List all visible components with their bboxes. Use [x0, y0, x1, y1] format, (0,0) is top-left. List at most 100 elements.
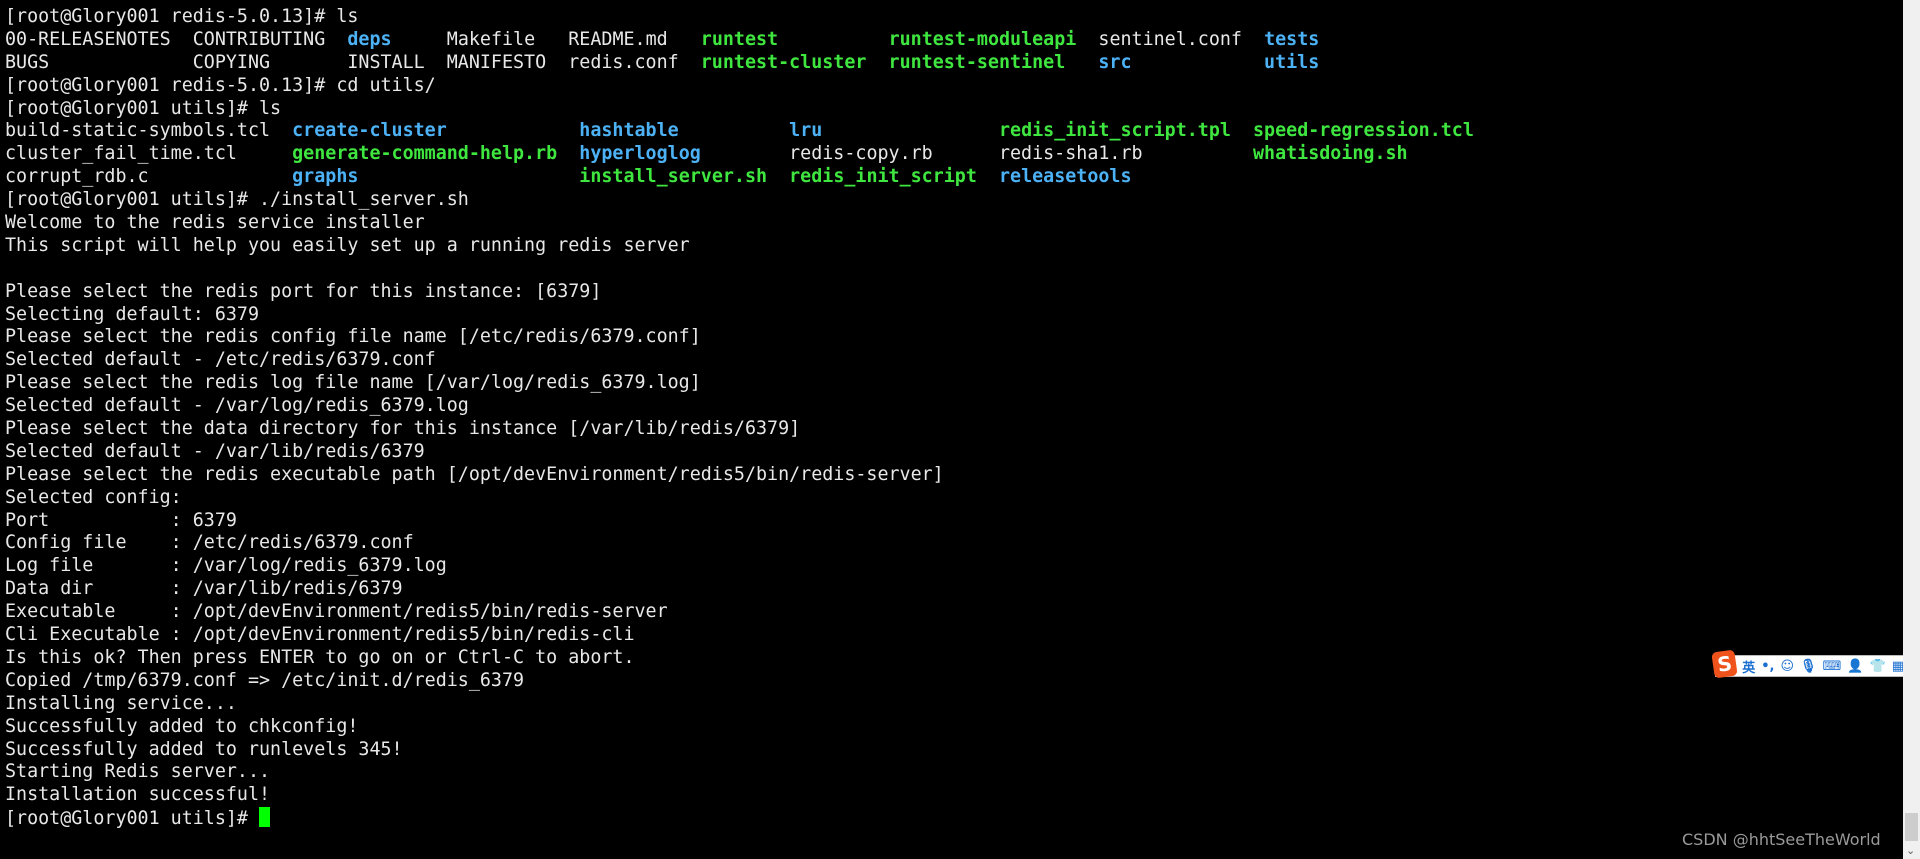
terminal-text: corrupt_rdb.c	[5, 166, 293, 188]
executable-name: speed-regression.tcl	[1253, 120, 1474, 142]
terminal-text: Cli Executable : /opt/devEnvironment/red…	[5, 624, 635, 646]
directory-name: deps	[347, 28, 392, 50]
directory-name: releasetools	[998, 166, 1132, 188]
vertical-scrollbar[interactable]: ⌄	[1903, 0, 1920, 859]
terminal-text: Makefile README.md	[391, 28, 701, 50]
terminal-text: build-static-symbols.tcl	[5, 120, 293, 142]
skin-shirt-icon[interactable]: 👕	[1870, 659, 1886, 674]
terminal-line: Selected default - /var/log/redis_6379.l…	[5, 395, 1474, 418]
emoji-icon[interactable]: ☺	[1780, 659, 1794, 674]
terminal-line: This script will help you easily set up …	[5, 235, 1474, 258]
terminal-text: Copied /tmp/6379.conf => /etc/init.d/red…	[5, 669, 525, 691]
ime-toolbar[interactable]: S 英 •, ☺ 🎙 ⌨ 👤 👕 ▦	[1711, 649, 1905, 679]
terminal-text: redis-copy.rb redis-sha1.rb	[700, 143, 1253, 165]
terminal-line: Selected default - /etc/redis/6379.conf	[5, 349, 1474, 372]
terminal-text: Installation successful!	[5, 784, 271, 806]
terminal-text: Selected config:	[5, 486, 182, 508]
terminal-line: corrupt_rdb.c graphs install_server.sh r…	[5, 166, 1474, 189]
terminal-text: Starting Redis server...	[5, 761, 271, 783]
terminal-text: cluster_fail_time.tcl	[5, 143, 293, 165]
terminal-text: Port : 6379	[5, 509, 237, 531]
directory-name: hashtable	[579, 120, 679, 142]
terminal-output[interactable]: [root@Glory001 redis-5.0.13]# ls 00-RELEA…	[5, 6, 1474, 830]
terminal-text: Please select the redis config file name…	[5, 326, 701, 348]
microphone-icon[interactable]: 🎙	[1800, 659, 1817, 674]
terminal-text: [root@Glory001 redis-5.0.13]# ls	[5, 6, 359, 27]
scrollbar-thumb[interactable]	[1905, 813, 1918, 841]
terminal-text: Selecting default: 6379	[5, 303, 260, 325]
terminal-line: Executable : /opt/devEnvironment/redis5/…	[5, 601, 1474, 624]
terminal-text: Installing service...	[5, 692, 237, 714]
terminal-text: Executable : /opt/devEnvironment/redis5/…	[5, 601, 668, 623]
directory-name: lru	[789, 120, 823, 142]
terminal-text: Please select the redis executable path …	[5, 463, 944, 485]
terminal-line: Selecting default: 6379	[5, 304, 1474, 327]
terminal-line: [root@Glory001 redis-5.0.13]# ls	[5, 6, 1474, 29]
terminal-line: Selected default - /var/lib/redis/6379	[5, 441, 1474, 464]
terminal-text: sentinel.conf	[1076, 28, 1265, 50]
terminal-line: Cli Executable : /opt/devEnvironment/red…	[5, 624, 1474, 647]
terminal-line: Welcome to the redis service installer	[5, 212, 1474, 235]
terminal-text: Please select the redis port for this in…	[5, 280, 602, 302]
terminal-line: BUGS COPYING INSTALL MANIFESTO redis.con…	[5, 52, 1474, 75]
terminal-line: Please select the redis executable path …	[5, 464, 1474, 487]
terminal-text: Data dir : /var/lib/redis/6379	[5, 578, 403, 600]
terminal-line: Installation successful!	[5, 784, 1474, 807]
sogou-logo: S	[1711, 649, 1738, 679]
keyboard-icon[interactable]: ⌨	[1823, 659, 1842, 674]
terminal-text: [root@Glory001 utils]#	[5, 808, 260, 830]
executable-name: runtest-sentinel	[888, 51, 1066, 73]
executable-name: redis_init_script	[789, 166, 977, 188]
terminal-line: [root@Glory001 utils]# ls	[5, 98, 1474, 121]
executable-name: runtest-moduleapi	[888, 28, 1077, 50]
terminal-line: Log file : /var/log/redis_6379.log	[5, 555, 1474, 578]
terminal-text: Please select the redis log file name [/…	[5, 372, 701, 394]
terminal-text: [root@Glory001 redis-5.0.13]# cd utils/	[5, 74, 436, 96]
terminal-line: Selected config:	[5, 487, 1474, 510]
terminal-text: [root@Glory001 utils]# ./install_server.…	[5, 189, 469, 211]
terminal-text: [root@Glory001 utils]# ls	[5, 97, 282, 119]
directory-name: hyperloglog	[579, 143, 701, 165]
executable-name: install_server.sh	[579, 166, 768, 188]
executable-name: runtest	[700, 28, 779, 50]
terminal-line: build-static-symbols.tcl create-cluster …	[5, 120, 1474, 143]
terminal-cursor	[259, 807, 271, 828]
terminal-line: Please select the redis config file name…	[5, 326, 1474, 349]
terminal-line: [root@Glory001 utils]# ./install_server.…	[5, 189, 1474, 212]
terminal-text: Successfully added to chkconfig!	[5, 715, 359, 737]
terminal-line: Config file : /etc/redis/6379.conf	[5, 532, 1474, 555]
terminal-text: Welcome to the redis service installer	[5, 212, 425, 234]
terminal-line: Copied /tmp/6379.conf => /etc/init.d/red…	[5, 670, 1474, 693]
terminal-line: Installing service...	[5, 693, 1474, 716]
user-icon[interactable]: 👤	[1847, 659, 1863, 674]
terminal-text: Selected default - /etc/redis/6379.conf	[5, 349, 436, 371]
directory-name: graphs	[292, 166, 359, 188]
punctuation-toggle[interactable]: •,	[1761, 659, 1774, 674]
terminal-text: Selected default - /var/log/redis_6379.l…	[5, 395, 469, 417]
executable-name: runtest-cluster	[700, 51, 867, 73]
terminal-text: Selected default - /var/lib/redis/6379	[5, 440, 425, 462]
terminal-line: Port : 6379	[5, 510, 1474, 533]
terminal-text: Please select the data directory for thi…	[5, 418, 801, 440]
watermark: CSDN @hhtSeeTheWorld	[1682, 830, 1881, 849]
ime-mode-toggle[interactable]: 英	[1742, 657, 1755, 676]
terminal-text: BUGS COPYING INSTALL MANIFESTO redis.con…	[5, 51, 701, 73]
terminal-line: Please select the redis log file name [/…	[5, 372, 1474, 395]
terminal-text: Config file : /etc/redis/6379.conf	[5, 532, 414, 554]
terminal-text: 00-RELEASENOTES CONTRIBUTING	[5, 28, 348, 50]
terminal-line: Please select the data directory for thi…	[5, 418, 1474, 441]
terminal-line: Is this ok? Then press ENTER to go on or…	[5, 647, 1474, 670]
scroll-down-arrow-icon[interactable]: ⌄	[1906, 844, 1915, 857]
terminal-line: Successfully added to runlevels 345!	[5, 739, 1474, 762]
directory-name: src	[1098, 51, 1132, 73]
